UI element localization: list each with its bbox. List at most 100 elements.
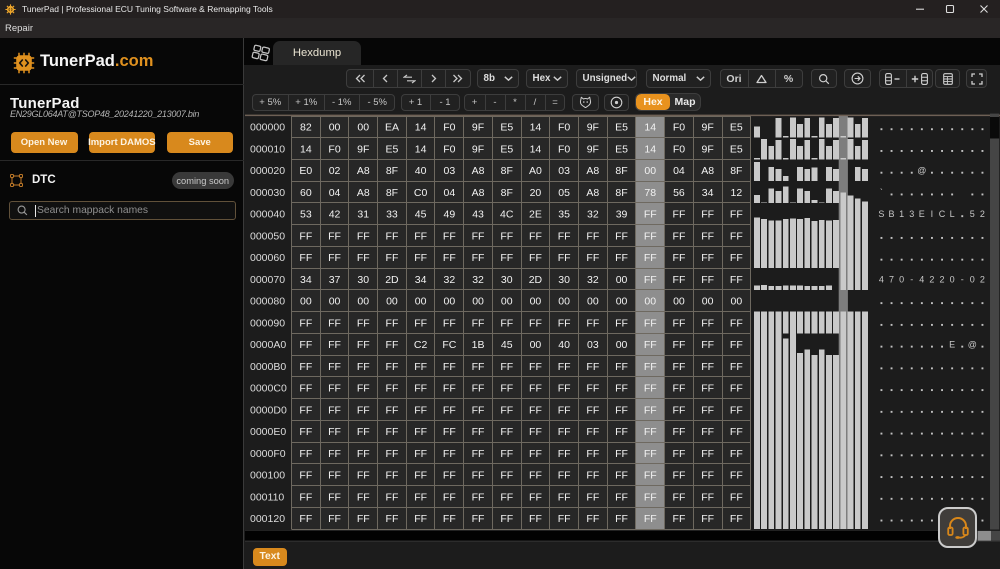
svg-text:FF: FF [701, 317, 714, 329]
svg-text:FF: FF [701, 209, 714, 221]
svg-text:8F: 8F [386, 187, 398, 199]
svg-text:1: 1 [899, 209, 904, 219]
svg-text:4: 4 [919, 274, 924, 284]
svg-text:00: 00 [329, 296, 341, 308]
svg-text:FF: FF [299, 383, 312, 395]
svg-text:FF: FF [586, 230, 599, 242]
svg-text:40: 40 [415, 165, 427, 177]
svg-text:000080: 000080 [250, 296, 285, 308]
svg-text:FF: FF [386, 383, 399, 395]
svg-text:FF: FF [299, 317, 312, 329]
svg-text:3: 3 [909, 209, 914, 219]
svg-text:`: ` [880, 187, 883, 197]
svg-text:FF: FF [586, 317, 599, 329]
svg-text:E0: E0 [299, 165, 312, 177]
svg-text:03: 03 [558, 165, 570, 177]
svg-text:FF: FF [673, 252, 686, 264]
svg-text:FF: FF [386, 317, 399, 329]
svg-text:FF: FF [701, 513, 714, 525]
svg-text:FF: FF [701, 448, 714, 460]
svg-text:FF: FF [443, 513, 456, 525]
svg-text:000050: 000050 [250, 230, 285, 242]
svg-text:FF: FF [443, 470, 456, 482]
svg-text:FF: FF [500, 470, 513, 482]
svg-text:04: 04 [673, 165, 685, 177]
svg-text:E5: E5 [500, 143, 513, 155]
svg-text:8F: 8F [615, 187, 627, 199]
svg-text:00: 00 [472, 296, 484, 308]
svg-text:FF: FF [328, 361, 341, 373]
svg-text:FF: FF [443, 252, 456, 264]
svg-text:14: 14 [530, 122, 542, 134]
svg-text:00: 00 [558, 296, 570, 308]
svg-text:FF: FF [644, 230, 657, 242]
svg-text:FF: FF [500, 361, 513, 373]
svg-text:FF: FF [673, 339, 686, 351]
svg-text:FF: FF [558, 361, 571, 373]
svg-text:FF: FF [328, 470, 341, 482]
svg-text:FF: FF [357, 317, 370, 329]
svg-text:A8: A8 [357, 165, 370, 177]
svg-text:FF: FF [472, 470, 485, 482]
svg-text:FF: FF [328, 448, 341, 460]
svg-text:34: 34 [300, 274, 312, 286]
svg-text:C0: C0 [414, 187, 428, 199]
svg-text:FF: FF [472, 448, 485, 460]
svg-text:FF: FF [644, 339, 657, 351]
svg-text:FF: FF [701, 339, 714, 351]
svg-text:5: 5 [970, 209, 975, 219]
svg-text:A0: A0 [529, 165, 542, 177]
svg-text:FF: FF [701, 230, 714, 242]
svg-text:02: 02 [329, 165, 341, 177]
svg-text:EA: EA [385, 122, 399, 134]
svg-text:FF: FF [730, 426, 743, 438]
svg-text:FF: FF [443, 491, 456, 503]
svg-text:000070: 000070 [250, 274, 285, 286]
svg-text:04: 04 [329, 187, 341, 199]
svg-text:FF: FF [500, 317, 513, 329]
svg-text:FF: FF [615, 383, 628, 395]
svg-text:0: 0 [899, 274, 904, 284]
svg-text:FF: FF [529, 426, 542, 438]
svg-text:82: 82 [300, 122, 312, 134]
svg-text:FF: FF [730, 513, 743, 525]
svg-text:FF: FF [386, 448, 399, 460]
svg-text:FF: FF [500, 448, 513, 460]
svg-text:FF: FF [443, 361, 456, 373]
svg-text:S: S [878, 209, 884, 219]
svg-text:FF: FF [529, 252, 542, 264]
svg-text:B: B [888, 209, 894, 219]
svg-text:FF: FF [299, 426, 312, 438]
svg-text:FF: FF [529, 230, 542, 242]
svg-text:9F: 9F [587, 143, 599, 155]
svg-text:2D: 2D [385, 274, 399, 286]
svg-text:C: C [939, 209, 946, 219]
svg-text:14: 14 [415, 143, 427, 155]
svg-text:FF: FF [615, 230, 628, 242]
svg-text:9F: 9F [472, 122, 484, 134]
svg-text:49: 49 [444, 209, 456, 221]
svg-text:FF: FF [299, 404, 312, 416]
svg-text:8F: 8F [501, 165, 513, 177]
svg-text:FF: FF [701, 470, 714, 482]
svg-text:FF: FF [730, 491, 743, 503]
svg-text:FF: FF [730, 361, 743, 373]
svg-text:FF: FF [644, 470, 657, 482]
svg-text:FF: FF [529, 317, 542, 329]
svg-text:9F: 9F [472, 143, 484, 155]
svg-text:31: 31 [357, 209, 369, 221]
svg-text:FF: FF [673, 470, 686, 482]
svg-text:00: 00 [530, 296, 542, 308]
svg-text:FF: FF [644, 513, 657, 525]
svg-text:L: L [950, 209, 955, 219]
svg-text:14: 14 [415, 122, 427, 134]
svg-text:33: 33 [386, 209, 398, 221]
svg-text:FF: FF [558, 470, 571, 482]
svg-text:39: 39 [616, 209, 628, 221]
svg-text:FF: FF [730, 448, 743, 460]
svg-text:37: 37 [329, 274, 341, 286]
svg-text:00: 00 [731, 296, 743, 308]
svg-text:FF: FF [586, 448, 599, 460]
svg-text:FF: FF [644, 361, 657, 373]
svg-text:FF: FF [299, 252, 312, 264]
